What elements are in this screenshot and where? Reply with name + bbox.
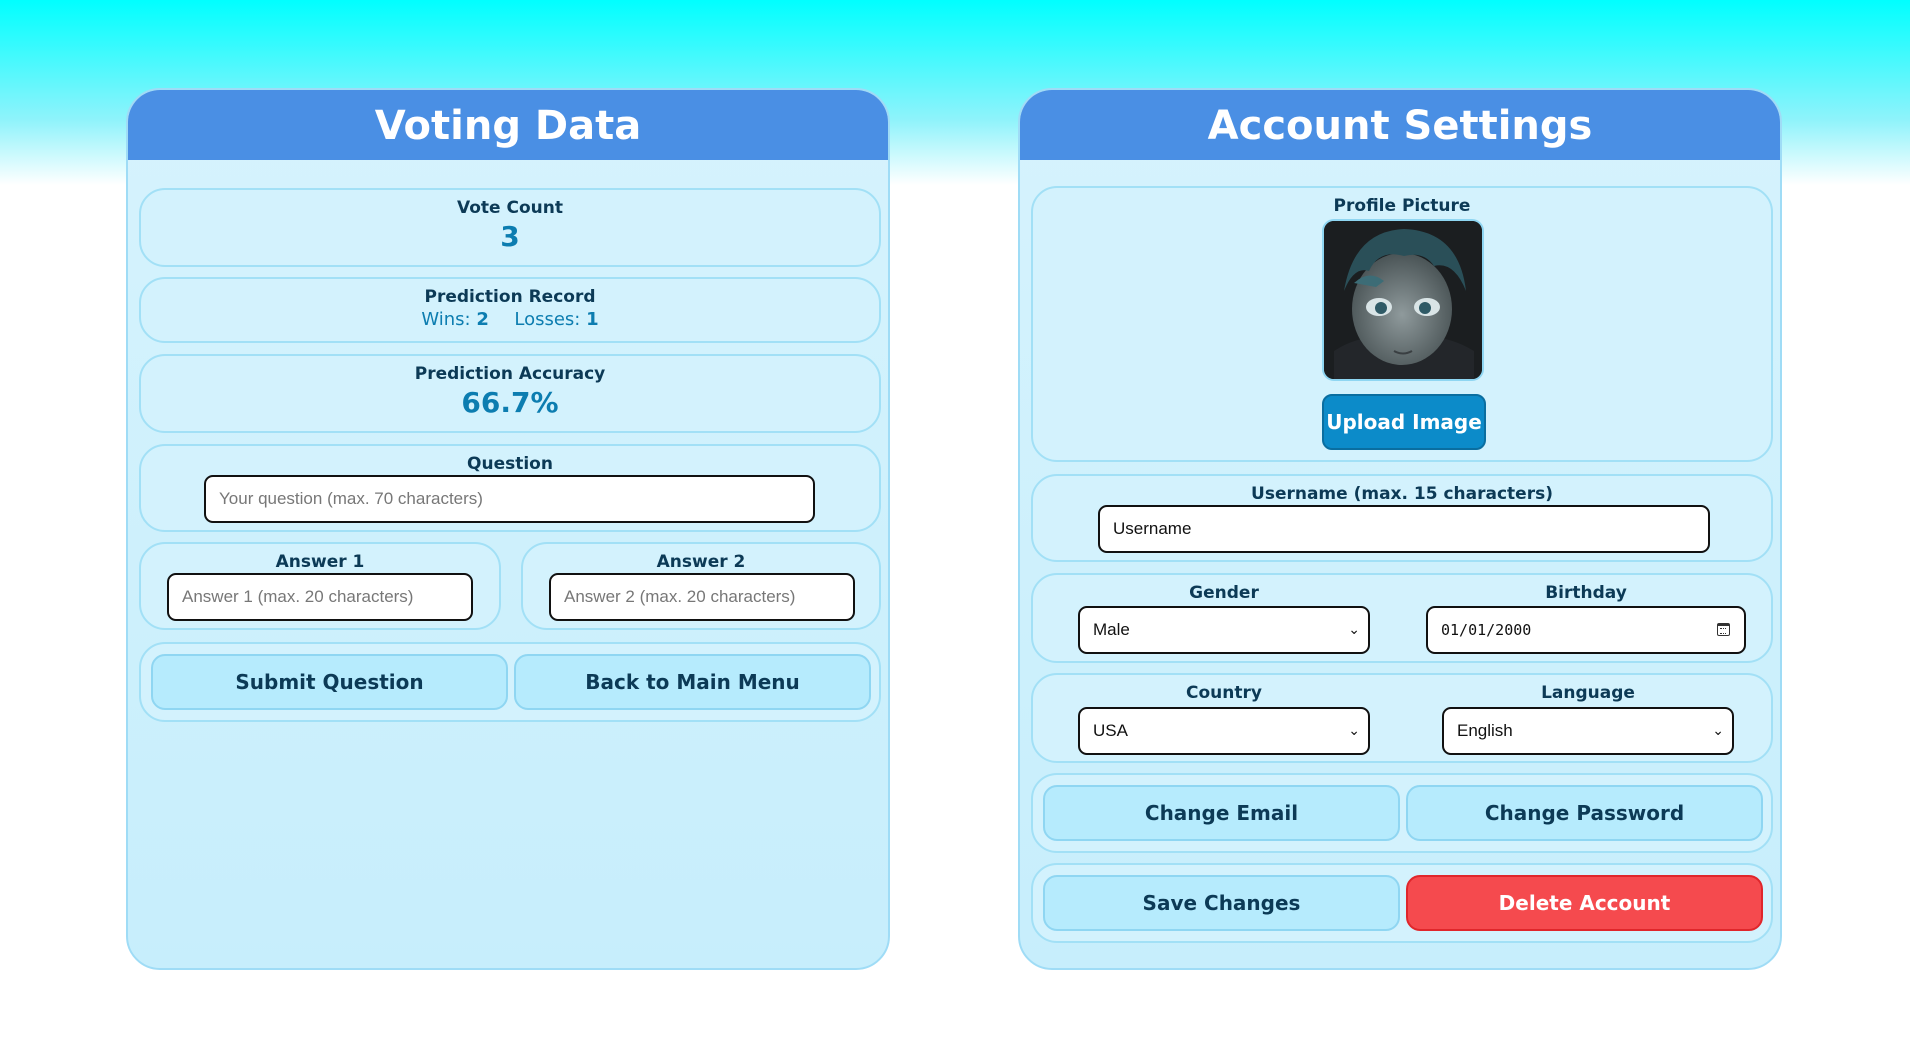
prediction-record-card: Prediction Record Wins: 2 Losses: 1 [139,277,881,343]
vote-count-card: Vote Count 3 [139,188,881,267]
answer1-card: Answer 1 Answer 1 (max. 20 characters) [139,542,501,630]
vote-count-value: 3 [500,220,520,253]
language-select[interactable]: English ⌄ [1442,707,1734,755]
country-value: USA [1093,721,1128,740]
voting-actions-card: Submit Question Back to Main Menu [139,642,881,722]
username-input[interactable]: Username [1098,505,1710,553]
voting-data-panel: Voting Data Vote Count 3 Prediction Reco… [126,88,890,970]
language-label: Language [1541,683,1635,703]
gender-label: Gender [1189,583,1259,603]
answer2-input[interactable]: Answer 2 (max. 20 characters) [549,573,855,621]
prediction-record-values: Wins: 2 Losses: 1 [141,309,879,330]
prediction-accuracy-card: Prediction Accuracy 66.7% [139,354,881,433]
question-input[interactable]: Your question (max. 70 characters) [204,475,815,523]
chevron-down-icon: ⌄ [1712,722,1724,738]
back-to-main-menu-button[interactable]: Back to Main Menu [514,654,871,710]
losses-label: Losses: [514,309,581,330]
gender-birthday-card: Gender Male ⌄ Birthday 01/01/2000 [1031,573,1773,663]
vote-count-label: Vote Count [457,198,563,218]
upload-image-button[interactable]: Upload Image [1322,394,1486,450]
answer1-label: Answer 1 [275,552,365,572]
avatar-image [1324,221,1482,379]
username-label: Username (max. 15 characters) [1251,484,1553,504]
gender-value: Male [1093,620,1130,639]
change-email-button[interactable]: Change Email [1043,785,1400,841]
question-label: Question [467,454,553,474]
country-label: Country [1186,683,1262,703]
account-settings-panel: Account Settings Profile Picture Upload … [1018,88,1782,970]
username-card: Username (max. 15 characters) Username [1031,474,1773,562]
prediction-accuracy-label: Prediction Accuracy [414,364,606,384]
avatar [1322,219,1484,381]
question-card: Question Your question (max. 70 characte… [139,444,881,532]
answer2-card: Answer 2 Answer 2 (max. 20 characters) [521,542,881,630]
email-password-card: Change Email Change Password [1031,773,1773,853]
losses-value: 1 [586,309,599,330]
prediction-record-label: Prediction Record [424,287,596,307]
birthday-label: Birthday [1545,583,1627,603]
answer2-label: Answer 2 [656,552,746,572]
calendar-icon[interactable] [1717,623,1730,636]
prediction-accuracy-value: 66.7% [461,386,559,419]
voting-data-title: Voting Data [128,90,888,160]
delete-account-button[interactable]: Delete Account [1406,875,1763,931]
account-settings-title: Account Settings [1020,90,1780,160]
chevron-down-icon: ⌄ [1348,621,1360,637]
language-value: English [1457,721,1513,740]
wins-label: Wins: [421,309,471,330]
gender-select[interactable]: Male ⌄ [1078,606,1370,654]
country-language-card: Country USA ⌄ Language English ⌄ [1031,673,1773,763]
country-select[interactable]: USA ⌄ [1078,707,1370,755]
save-delete-card: Save Changes Delete Account [1031,863,1773,943]
change-password-button[interactable]: Change Password [1406,785,1763,841]
submit-question-button[interactable]: Submit Question [151,654,508,710]
birthday-value: 01/01/2000 [1441,621,1532,639]
answer1-input[interactable]: Answer 1 (max. 20 characters) [167,573,473,621]
save-changes-button[interactable]: Save Changes [1043,875,1400,931]
chevron-down-icon: ⌄ [1348,722,1360,738]
profile-picture-label: Profile Picture [1333,196,1471,216]
profile-picture-card: Profile Picture Upload Image [1031,186,1773,462]
wins-value: 2 [476,309,489,330]
birthday-input[interactable]: 01/01/2000 [1426,606,1746,654]
